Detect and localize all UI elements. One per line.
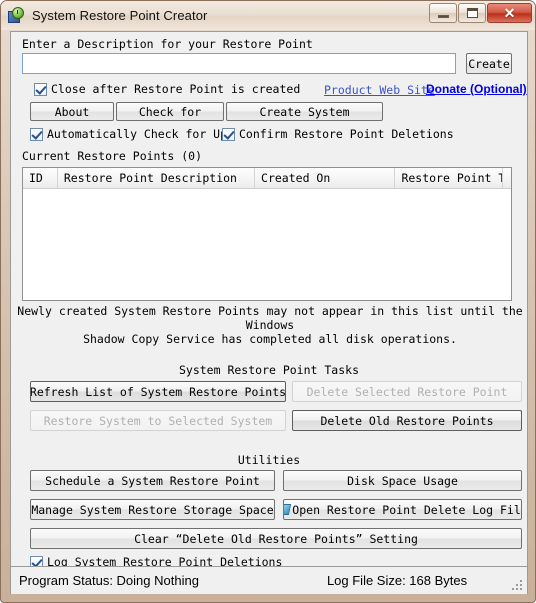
delete-selected-restore-point-button[interactable]: Delete Selected Restore Point — [292, 381, 522, 402]
restore-clock-icon — [8, 7, 25, 24]
checkbox-box — [34, 82, 47, 96]
minimize-icon — [437, 14, 449, 18]
open-log-file-button[interactable]: Open Restore Point Delete Log File — [283, 499, 522, 520]
checkbox-box — [222, 127, 235, 141]
description-prompt: Enter a Description for your Restore Poi… — [22, 37, 313, 51]
list-note-line-2: Shadow Copy Service has completed all di… — [83, 332, 457, 346]
application-window: System Restore Point Creator ✕ Enter a D… — [0, 0, 536, 603]
checkbox-label: Confirm Restore Point Deletions — [239, 127, 454, 141]
main-pane: Enter a Description for your Restore Poi… — [11, 32, 527, 569]
restore-points-list[interactable]: ID Restore Point Description Created On … — [22, 167, 512, 301]
about-button[interactable]: About — [30, 102, 114, 121]
maximize-button[interactable] — [458, 3, 486, 23]
current-restore-points-heading: Current Restore Points (0) — [22, 149, 203, 163]
create-system-button[interactable]: Create System — [226, 102, 383, 121]
tasks-heading: System Restore Point Tasks — [178, 363, 359, 377]
list-note: Newly created System Restore Points may … — [17, 304, 523, 346]
auto-check-updates-checkbox[interactable]: Automatically Check for Updat — [30, 127, 225, 141]
clear-delete-old-setting-button[interactable]: Clear “Delete Old Restore Points” Settin… — [30, 528, 522, 549]
program-status-text: Program Status: Doing Nothing — [19, 573, 199, 588]
manage-storage-space-button[interactable]: Manage System Restore Storage Space — [30, 499, 275, 520]
utilities-heading: Utilities — [237, 453, 301, 467]
close-after-create-checkbox[interactable]: Close after Restore Point is created — [34, 82, 300, 96]
open-log-file-label: Open Restore Point Delete Log File — [292, 502, 522, 517]
column-header-created-on[interactable]: Created On — [255, 168, 396, 188]
donate-link[interactable]: Donate (Optional) — [426, 82, 527, 96]
column-header-description[interactable]: Restore Point Description — [58, 168, 256, 188]
list-note-line-1: Newly created System Restore Points may … — [17, 304, 523, 332]
disk-space-usage-button[interactable]: Disk Space Usage — [283, 470, 522, 491]
restore-system-button[interactable]: Restore System to Selected System — [30, 410, 286, 431]
status-bar: Program Status: Doing Nothing Log File S… — [11, 566, 527, 594]
check-for-updates-button[interactable]: Check for — [116, 102, 224, 121]
list-header-row: ID Restore Point Description Created On … — [23, 168, 511, 189]
description-input[interactable] — [22, 53, 456, 74]
window-title: System Restore Point Creator — [32, 8, 208, 23]
minimize-button[interactable] — [429, 3, 457, 23]
checkbox-label: Close after Restore Point is created — [51, 82, 301, 96]
list-body[interactable] — [23, 189, 511, 300]
schedule-restore-point-button[interactable]: Schedule a System Restore Point — [30, 470, 275, 491]
checkbox-label: Automatically Check for Updat — [47, 127, 225, 141]
close-icon: ✕ — [503, 5, 516, 21]
product-web-site-link[interactable]: Product Web Site — [324, 83, 435, 97]
create-button[interactable]: Create — [466, 53, 512, 74]
log-file-size-text: Log File Size: 168 Bytes — [326, 573, 468, 588]
column-header-id[interactable]: ID — [23, 168, 58, 188]
resize-grip[interactable] — [511, 579, 522, 590]
column-header-filler — [503, 168, 511, 188]
delete-old-restore-points-button[interactable]: Delete Old Restore Points — [292, 410, 522, 431]
checkbox-box — [30, 127, 43, 141]
log-file-icon — [284, 504, 292, 515]
maximize-icon — [466, 8, 478, 18]
column-header-type[interactable]: Restore Point Type — [395, 168, 503, 188]
close-button[interactable]: ✕ — [487, 3, 532, 23]
window-controls: ✕ — [429, 3, 532, 23]
client-area: Enter a Description for your Restore Poi… — [10, 31, 528, 594]
refresh-list-button[interactable]: Refresh List of System Restore Points — [30, 381, 286, 402]
title-bar[interactable]: System Restore Point Creator ✕ — [1, 1, 535, 30]
confirm-deletions-checkbox[interactable]: Confirm Restore Point Deletions — [222, 127, 454, 141]
